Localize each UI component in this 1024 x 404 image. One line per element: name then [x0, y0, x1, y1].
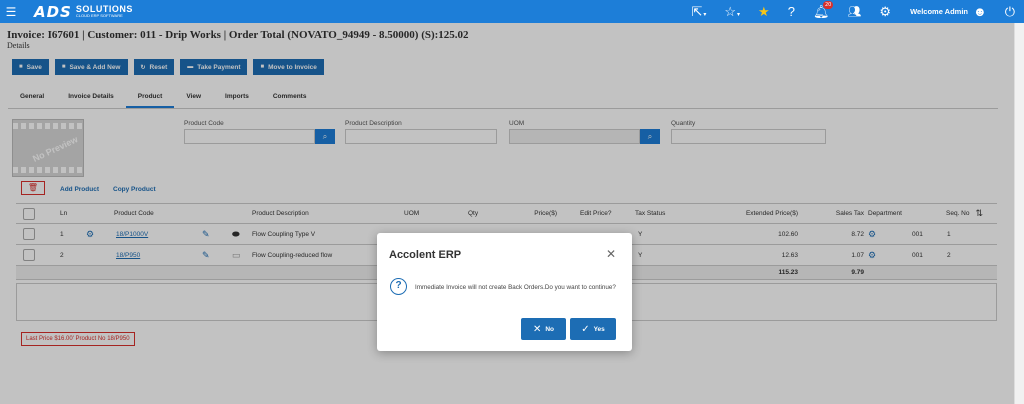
dialog-message: Immediate Invoice will not create Back O…	[415, 284, 616, 291]
yes-button[interactable]: ✓ Yes	[570, 318, 616, 340]
users-icon[interactable]: 👥︎	[847, 5, 861, 18]
notification-badge: 20	[822, 0, 834, 9]
gear-icon[interactable]: ⚙	[879, 4, 891, 20]
logo-tagline: CLOUD ERP SOFTWARE	[75, 13, 123, 18]
favorites-star-icon[interactable]: ☆▾	[724, 4, 740, 20]
logo[interactable]: ADS SOLUTIONS CLOUD ERP SOFTWARE	[34, 3, 133, 21]
starred-icon[interactable]: ★	[758, 4, 770, 20]
help-icon[interactable]: ?	[788, 4, 795, 19]
power-icon[interactable]: ⏻	[1005, 4, 1015, 20]
close-icon: ✕	[532, 323, 542, 335]
dialog-title: Accolent ERP	[389, 249, 462, 261]
close-icon[interactable]: ✕	[606, 247, 616, 261]
confirm-dialog: Accolent ERP ✕ ? Immediate Invoice will …	[377, 233, 632, 351]
top-navbar: ☰ ADS SOLUTIONS CLOUD ERP SOFTWARE ⇱▾ ☆▾…	[0, 0, 1024, 23]
no-button[interactable]: ✕ No	[521, 318, 566, 340]
welcome-text[interactable]: Welcome Admin	[910, 7, 968, 16]
check-icon: ✓	[581, 323, 590, 335]
logo-mark: ADS	[34, 2, 72, 21]
page-scrollbar[interactable]	[1014, 23, 1024, 404]
hamburger-icon[interactable]: ☰	[0, 5, 22, 19]
bell-icon[interactable]: 🔔︎ 20	[813, 0, 834, 20]
question-icon: ?	[390, 278, 407, 295]
share-icon[interactable]: ⇱▾	[691, 4, 706, 20]
user-avatar-icon[interactable]: ☻	[973, 4, 987, 19]
